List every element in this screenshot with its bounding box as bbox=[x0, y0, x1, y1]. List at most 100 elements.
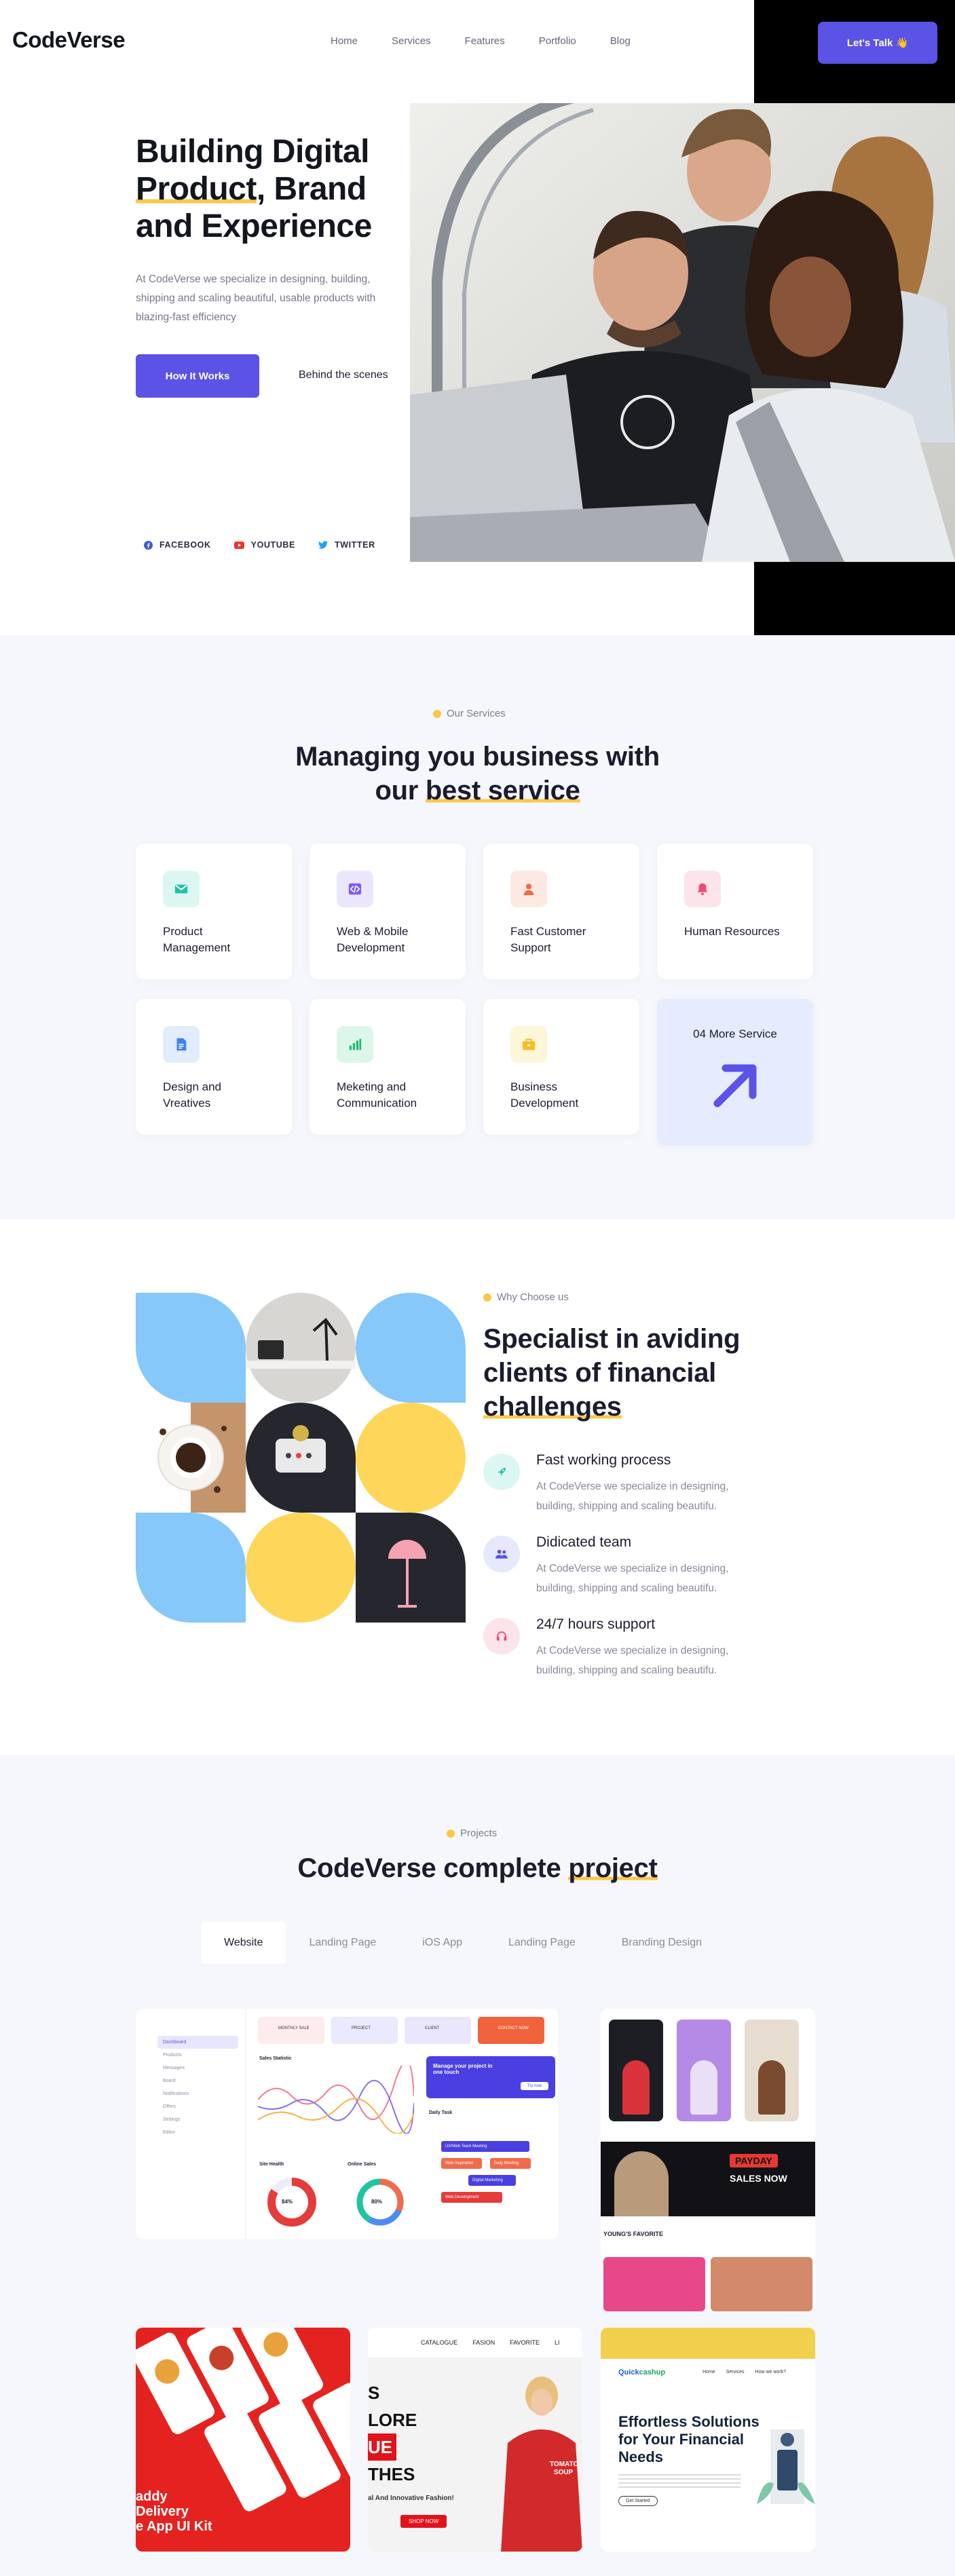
project-tabs: Website Landing Page iOS App Landing Pag… bbox=[201, 1922, 725, 1964]
social-twitter[interactable]: TWITTER bbox=[318, 540, 375, 550]
behind-the-scenes-link[interactable]: Behind the scenes bbox=[299, 369, 388, 381]
tab-branding-design[interactable]: Branding Design bbox=[599, 1922, 725, 1964]
dash-promo-panel: Manage your project in one touch Try now bbox=[426, 2056, 555, 2098]
fashion-model-photo bbox=[745, 2020, 799, 2121]
apparel-shop-button[interactable]: SHOP NOW bbox=[400, 2515, 447, 2528]
feature-title: Didicated team bbox=[536, 1534, 632, 1550]
why-eyebrow: Why Choose us bbox=[483, 1291, 569, 1303]
finance-nav-item[interactable]: Home bbox=[703, 2370, 715, 2374]
finance-nav-item[interactable]: How we work? bbox=[755, 2370, 787, 2374]
tab-landing-page-2[interactable]: Landing Page bbox=[485, 1922, 599, 1964]
mail-icon bbox=[174, 884, 188, 894]
fashion-model-photo bbox=[609, 2020, 663, 2121]
service-card-customer-support[interactable]: Fast Customer Support bbox=[483, 844, 639, 979]
dash-sidebar-item[interactable]: Messages bbox=[157, 2062, 238, 2075]
dash-task[interactable]: Web Development bbox=[441, 2192, 502, 2203]
project-food-delivery[interactable]: addy Delivery e App UI Kit bbox=[136, 2328, 350, 2552]
dash-chart-title: Sales Statistic bbox=[259, 2056, 292, 2061]
hero-title-line2-rest: , Brand bbox=[256, 171, 367, 207]
service-icon-box bbox=[163, 1026, 200, 1063]
dash-sidebar-item[interactable]: Board bbox=[157, 2075, 238, 2087]
finance-nav-item[interactable]: Services bbox=[726, 2370, 745, 2374]
service-label: Business Development bbox=[510, 1080, 579, 1110]
social-youtube[interactable]: YOUTUBE bbox=[233, 540, 295, 550]
service-card-product-management[interactable]: Product Management bbox=[136, 844, 292, 979]
nav-home[interactable]: Home bbox=[331, 35, 358, 47]
dash-sidebar-item[interactable]: Dashboard bbox=[157, 2036, 238, 2049]
dash-task[interactable]: Digital Marketing bbox=[468, 2175, 516, 2186]
nav-features[interactable]: Features bbox=[465, 35, 505, 47]
briefcase-icon bbox=[522, 1038, 536, 1050]
dash-sidebar-item[interactable]: Products bbox=[157, 2049, 238, 2062]
apparel-nav-item[interactable]: FAVORITE bbox=[510, 2339, 540, 2346]
more-services-card[interactable]: 04 More Service bbox=[657, 999, 813, 1145]
apparel-nav-item[interactable]: FASION bbox=[472, 2339, 495, 2346]
project-apparel[interactable]: CATALOGUE FASION FAVORITE LI S LORE UE T… bbox=[368, 2328, 582, 2552]
service-card-marketing[interactable]: Meketing and Communication bbox=[310, 999, 466, 1135]
project-dashboard[interactable]: Dashboard Products Messages Board Notifi… bbox=[136, 2009, 558, 2239]
feature-icon-circle bbox=[483, 1536, 520, 1572]
dash-stat-contact[interactable]: CONTACT NOW bbox=[478, 2017, 544, 2044]
social-facebook-label: FACEBOOK bbox=[160, 540, 211, 550]
project-finance[interactable]: Quickcashup Home Services How we work? E… bbox=[601, 2328, 815, 2552]
nav-services[interactable]: Services bbox=[392, 35, 431, 47]
nav-portfolio[interactable]: Portfolio bbox=[539, 35, 576, 47]
service-icon-box bbox=[337, 871, 373, 907]
brand-logo[interactable]: CodeVerse bbox=[12, 27, 126, 53]
dash-task[interactable]: UX/Web Team Meeting bbox=[441, 2141, 529, 2152]
dash-sidebar-item[interactable]: Notifications bbox=[157, 2087, 238, 2100]
service-label: Product Management bbox=[163, 925, 231, 954]
apparel-shirt-text: TOMATO SOUP bbox=[550, 2461, 579, 2476]
feature-description: At CodeVerse we specialize in designing,… bbox=[536, 1563, 729, 1594]
apparel-hero-line-highlight: UE bbox=[368, 2433, 397, 2461]
lets-talk-button[interactable]: Let's Talk 👋 bbox=[818, 22, 937, 64]
service-card-design[interactable]: Design and Vreatives bbox=[136, 999, 292, 1135]
hero-description: At CodeVerse we specialize in designing,… bbox=[136, 273, 376, 323]
projects-title: CodeVerse complete project bbox=[204, 1851, 751, 1885]
dash-try-button[interactable]: Try now bbox=[520, 2082, 548, 2090]
service-card-business[interactable]: Business Development bbox=[483, 999, 639, 1135]
services-eyebrow: Our Services bbox=[433, 708, 506, 719]
social-facebook[interactable]: FACEBOOK bbox=[144, 540, 211, 550]
hero-title-line1: Building Digital bbox=[136, 134, 369, 170]
apparel-nav-item[interactable]: LI bbox=[555, 2339, 560, 2346]
feature-description: At CodeVerse we specialize in designing,… bbox=[536, 1645, 729, 1676]
apparel-nav-item[interactable]: CATALOGUE bbox=[421, 2339, 457, 2346]
why-title-highlight: challenges bbox=[483, 1392, 622, 1422]
tab-ios-app[interactable]: iOS App bbox=[399, 1922, 485, 1964]
service-card-human-resources[interactable]: Human Resources bbox=[657, 844, 813, 979]
why-title-line2: clients of financial bbox=[483, 1358, 716, 1388]
feature-icon-circle bbox=[483, 1618, 520, 1654]
apparel-hero-line: S bbox=[368, 2383, 380, 2403]
tab-landing-page[interactable]: Landing Page bbox=[286, 1922, 400, 1964]
apparel-hero-title: S LORE UE THES bbox=[368, 2379, 417, 2488]
nav-blog[interactable]: Blog bbox=[610, 35, 631, 47]
why-title: Specialist in aviding clients of financi… bbox=[483, 1322, 768, 1424]
service-label: Design and Vreatives bbox=[163, 1080, 222, 1110]
dash-task[interactable]: Web Inspiration bbox=[441, 2158, 482, 2169]
how-it-works-button[interactable]: How It Works bbox=[136, 354, 259, 398]
team-icon bbox=[495, 1549, 508, 1559]
dash-stat: MONTHLY SALE bbox=[258, 2017, 324, 2044]
dash-sidebar-item[interactable]: Editor bbox=[157, 2126, 238, 2139]
dash-percent: 84% bbox=[282, 2199, 293, 2205]
finance-top-bar bbox=[601, 2328, 815, 2359]
eyebrow-dot-icon bbox=[447, 1829, 455, 1838]
fashion-sale-brand: PAYDAY bbox=[730, 2154, 778, 2167]
youtube-icon bbox=[233, 541, 244, 549]
service-card-web-mobile[interactable]: Web & Mobile Development bbox=[310, 844, 466, 979]
fashion-banner-photo bbox=[614, 2151, 669, 2216]
dash-sidebar-item[interactable]: Settings bbox=[157, 2113, 238, 2126]
tab-website[interactable]: Website bbox=[201, 1922, 286, 1964]
dash-sidebar-item[interactable]: Offers bbox=[157, 2100, 238, 2113]
why-eyebrow-label: Why Choose us bbox=[497, 1291, 569, 1303]
projects-title-highlight: project bbox=[568, 1853, 658, 1883]
project-fashion[interactable]: PAYDAY SALES NOW YOUNG'S FAVORITE bbox=[601, 2009, 815, 2311]
arrow-up-right-icon bbox=[713, 1064, 757, 1107]
dash-task[interactable]: Daily Meeting bbox=[489, 2158, 531, 2169]
service-icon-box bbox=[337, 1026, 373, 1063]
finance-cta-button[interactable]: Get Started bbox=[618, 2496, 658, 2506]
dash-card-title: Online Sales bbox=[348, 2162, 377, 2167]
projects-eyebrow: Projects bbox=[447, 1827, 497, 1839]
team-illustration bbox=[410, 103, 955, 562]
